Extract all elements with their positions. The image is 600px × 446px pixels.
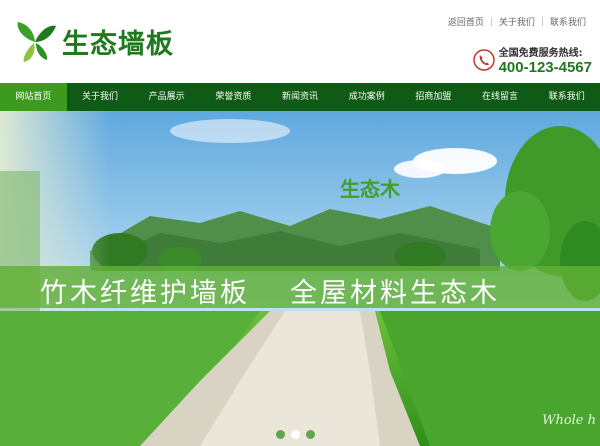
slogan-left: 竹木纤维护墙板 xyxy=(40,278,250,309)
nav-item-about[interactable]: 关于我们 xyxy=(67,83,134,111)
phone-icon xyxy=(472,49,495,71)
top-links: 返回首页 | 关于我们 | 联系我们 xyxy=(442,15,592,29)
slider-dot[interactable] xyxy=(306,430,315,439)
contact-link[interactable]: 联系我们 xyxy=(544,15,592,28)
slogan-right: 全屋材料生态木 xyxy=(290,278,500,309)
logo[interactable]: 生态墙板 xyxy=(12,18,174,64)
slider-dot[interactable] xyxy=(276,430,285,439)
nav-item-products[interactable]: 产品展示 xyxy=(133,83,200,111)
hero-banner[interactable]: 生态木 竹木纤维护墙板 全屋材料生态木 Whole h xyxy=(0,111,600,446)
nav-item-contact[interactable]: 联系我们 xyxy=(533,83,600,111)
nav-item-cases[interactable]: 成功案例 xyxy=(333,83,400,111)
hotline-label: 全国免费服务热线: xyxy=(498,48,583,59)
leaf-logo-icon xyxy=(17,22,56,62)
home-link[interactable]: 返回首页 xyxy=(442,15,490,28)
logo-text: 生态墙板 xyxy=(62,28,174,60)
main-nav: 网站首页 关于我们 产品展示 荣誉资质 新闻资讯 成功案例 招商加盟 在线留言 … xyxy=(0,83,600,111)
header: 生态墙板 返回首页 | 关于我们 | 联系我们 全国免费服务热线: 400-12… xyxy=(0,0,600,83)
nav-item-honors[interactable]: 荣誉资质 xyxy=(200,83,267,111)
nav-item-home[interactable]: 网站首页 xyxy=(0,83,67,111)
watermark: Whole h xyxy=(542,413,596,428)
brand-tag: 生态木 xyxy=(340,177,400,201)
about-link[interactable]: 关于我们 xyxy=(493,15,541,28)
nav-item-news[interactable]: 新闻资讯 xyxy=(267,83,334,111)
hotline: 全国免费服务热线: 400-123-4567 xyxy=(472,44,592,76)
nav-item-franchise[interactable]: 招商加盟 xyxy=(400,83,467,111)
slider-dot[interactable] xyxy=(291,430,300,439)
nav-item-message[interactable]: 在线留言 xyxy=(467,83,534,111)
hotline-number: 400-123-4567 xyxy=(498,59,592,76)
slider-dots xyxy=(276,430,315,439)
